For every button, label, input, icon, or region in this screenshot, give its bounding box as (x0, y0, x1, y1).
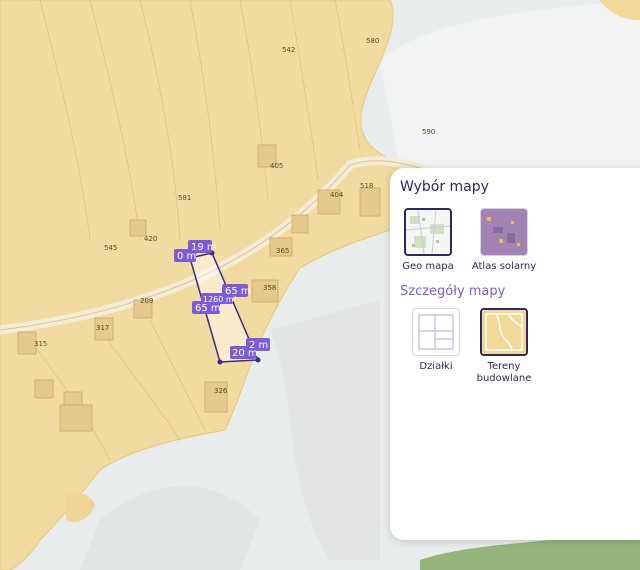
base-map-geo[interactable]: Geo mapa (394, 208, 462, 273)
details-title: Szczegóły mapy (400, 284, 506, 299)
parcel-number: 209 (140, 297, 153, 305)
parcel-number: 317 (96, 324, 109, 332)
area-label: 1260 m² (203, 295, 237, 304)
solar-atlas-thumbnail (480, 208, 528, 256)
measurement-label: 65 m (195, 303, 221, 314)
parcel-number: 545 (104, 244, 117, 252)
base-map-solar-atlas[interactable]: Atlas solarny (470, 208, 538, 273)
measurement-label: 19 m (191, 242, 217, 253)
parcel-number: 518 (360, 182, 373, 190)
parcel-number: 420 (144, 235, 157, 243)
parcel-number: 581 (178, 194, 191, 202)
parcel-number: 365 (276, 247, 289, 255)
panel-title: Wybór mapy (400, 179, 489, 195)
map-selection-panel: Wybór mapy Geo mapa Atlas solarny Szczeg… (390, 168, 640, 540)
measurement-label: 20 m (232, 348, 258, 359)
parcel-number: 405 (270, 162, 283, 170)
detail-building-land-label: Tereny budowlane (476, 361, 532, 384)
detail-parcels[interactable]: Działki (402, 308, 470, 373)
parcel-number: 580 (366, 37, 379, 45)
parcel-number: 326 (214, 387, 228, 395)
base-map-solar-atlas-label: Atlas solarny (471, 261, 537, 272)
detail-building-land[interactable]: Tereny budowlane (470, 308, 538, 385)
parcels-icon (412, 308, 460, 356)
parcel-number: 315 (34, 340, 47, 348)
geo-map-thumbnail (404, 208, 452, 256)
parcel-number: 404 (330, 191, 344, 199)
parcel-number: 358 (263, 284, 276, 292)
base-map-geo-label: Geo mapa (402, 261, 454, 272)
detail-parcels-label: Działki (419, 361, 453, 372)
building-land-icon (480, 308, 528, 356)
parcel-number: 590 (422, 128, 435, 136)
parcel-number: 542 (282, 46, 295, 54)
